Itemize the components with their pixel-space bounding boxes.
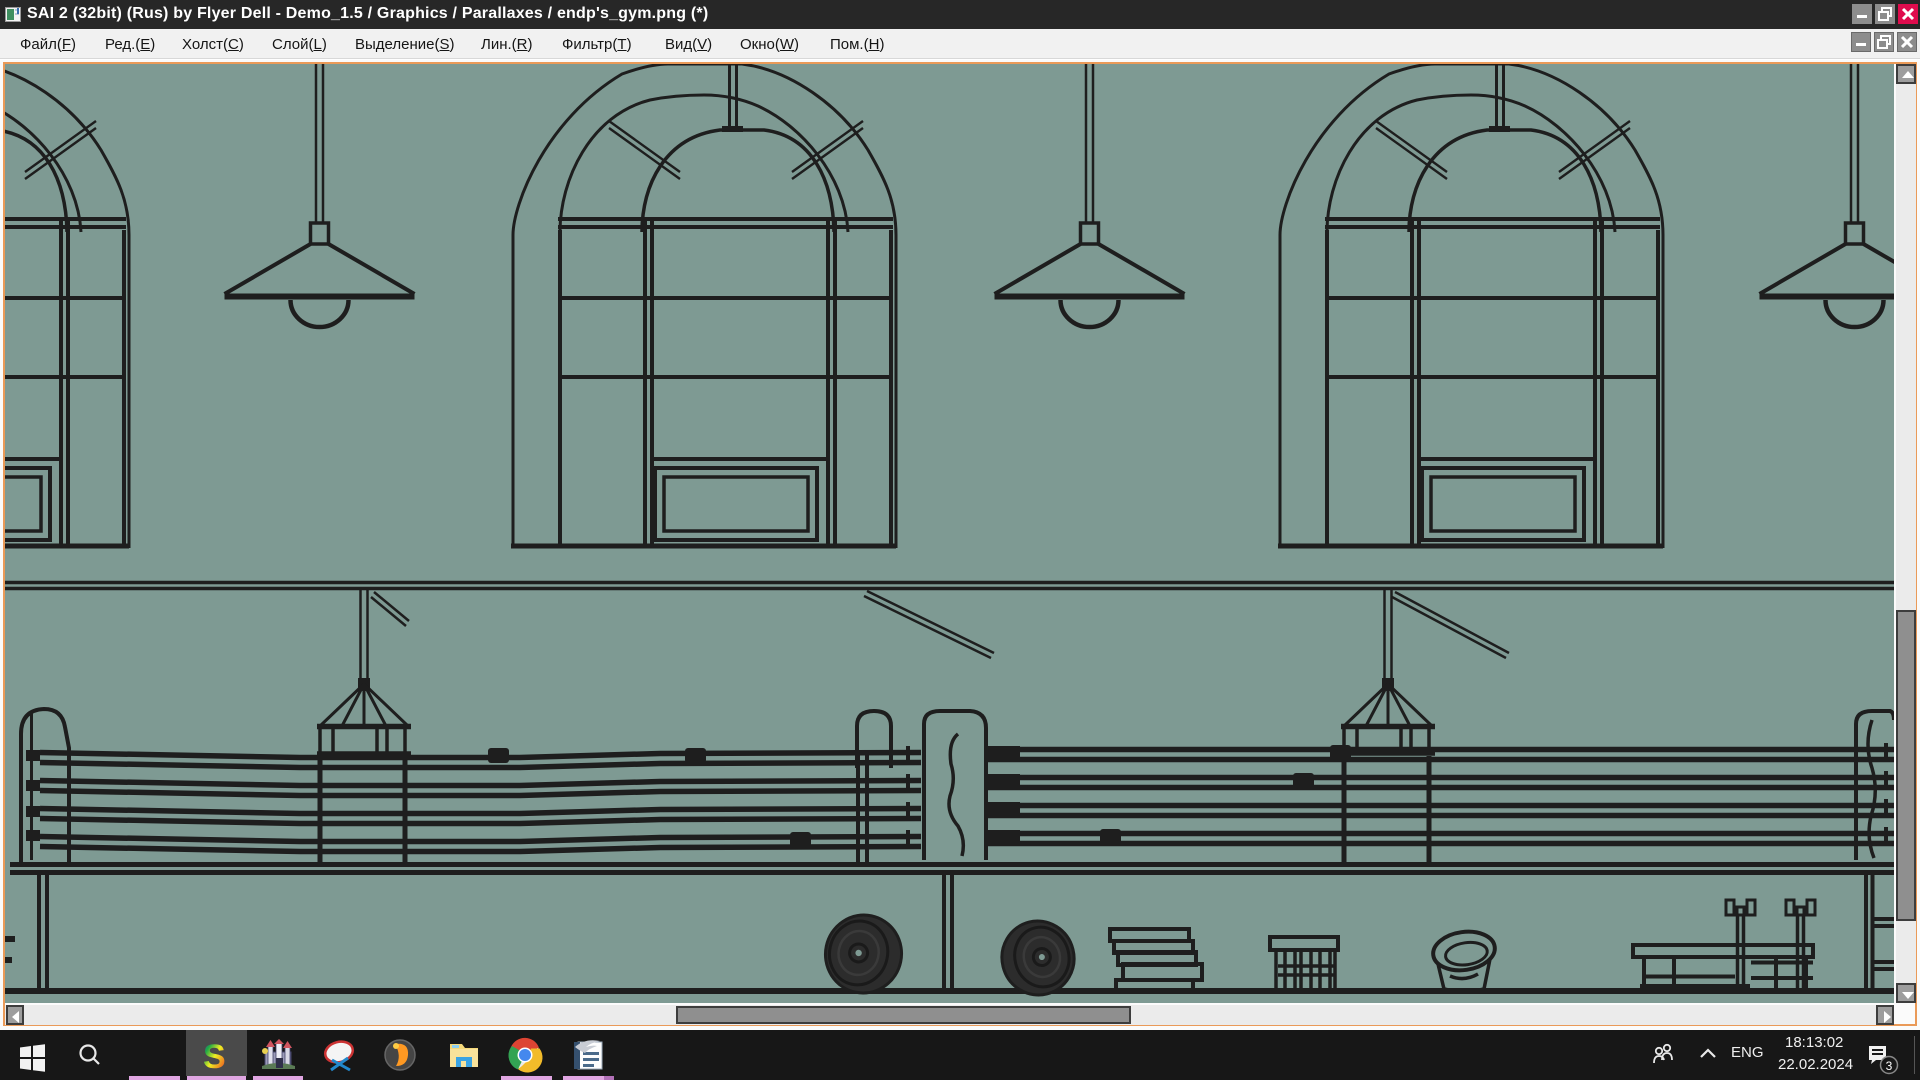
- svg-text:S: S: [203, 1038, 226, 1076]
- svg-text:3: 3: [1886, 1059, 1893, 1073]
